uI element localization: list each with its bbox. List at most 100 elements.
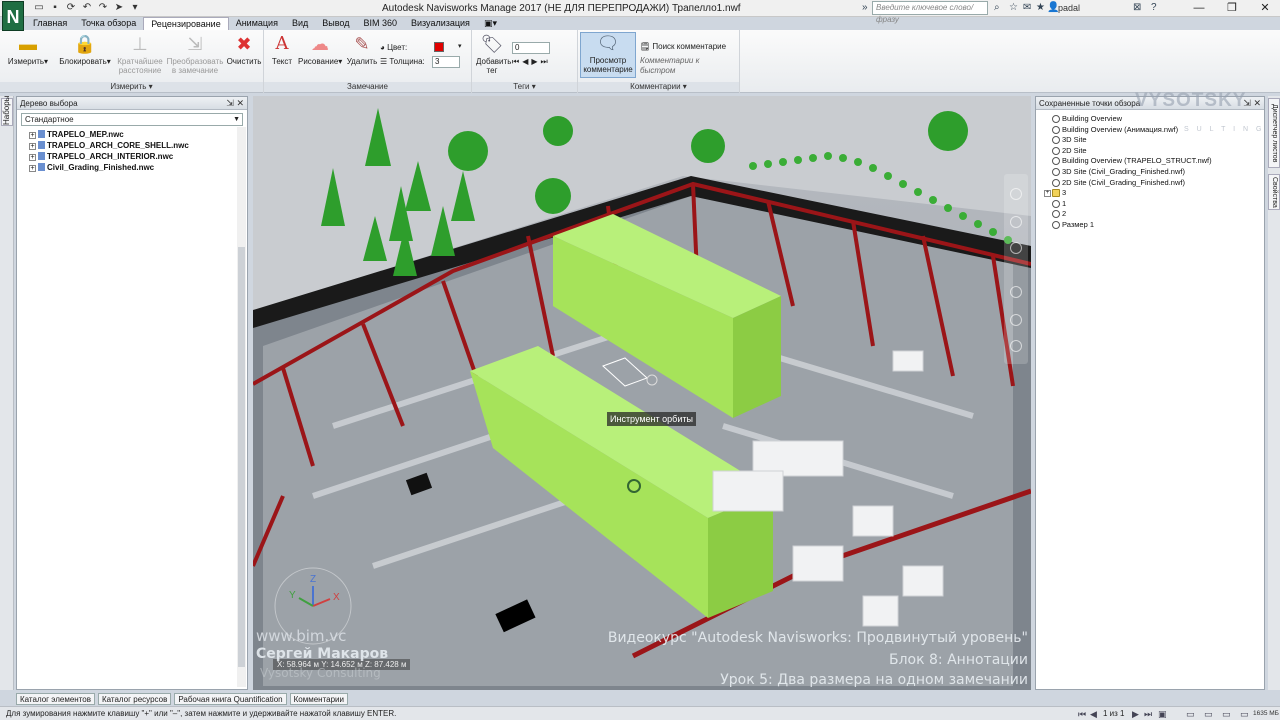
minimize-button[interactable]: — bbox=[1184, 0, 1214, 16]
close-panel-icon[interactable]: ✕ bbox=[1253, 98, 1261, 108]
tab-viewpoint[interactable]: Точка обзора bbox=[74, 17, 143, 30]
view-comments-button[interactable]: 🗨 Просмотр комментарие bbox=[580, 32, 636, 78]
search-icon[interactable]: ⌕ bbox=[994, 2, 1000, 13]
prev-tag-icon[interactable]: ◀ bbox=[522, 57, 531, 66]
user-name[interactable]: padal bbox=[1058, 3, 1080, 13]
clear-button[interactable]: ✖ Очистить bbox=[224, 34, 264, 66]
prev-sheet-icon[interactable]: ◀ bbox=[1090, 709, 1097, 720]
viewpoint-item[interactable]: 3D Site bbox=[1044, 135, 1264, 146]
viewpoint-item[interactable]: 1 bbox=[1044, 199, 1264, 210]
close-panel-icon[interactable]: ✕ bbox=[236, 98, 244, 108]
steering-wheel-icon[interactable] bbox=[1010, 188, 1022, 200]
tab-options-icon[interactable]: ▣▾ bbox=[477, 17, 504, 30]
expand-icon[interactable]: + bbox=[29, 165, 36, 172]
add-tag-button[interactable]: 🏷 Добавить тег bbox=[476, 34, 511, 75]
3d-viewport[interactable]: Z X Y bbox=[253, 96, 1031, 690]
refresh-icon[interactable]: ⟳ bbox=[64, 1, 78, 15]
color-swatch[interactable] bbox=[434, 42, 444, 52]
select-tool-icon[interactable] bbox=[1010, 340, 1022, 352]
viewpoint-item[interactable]: 2 bbox=[1044, 209, 1264, 220]
tab-view[interactable]: Вид bbox=[285, 17, 315, 30]
undo-icon[interactable]: ↶ bbox=[80, 1, 94, 15]
tree-item[interactable]: + TRAPELO_ARCH_INTERIOR.nwc bbox=[17, 151, 247, 162]
measure-group-label[interactable]: Измерить ▾ bbox=[0, 82, 263, 92]
lock-button[interactable]: 🔒 Блокировать▾ bbox=[58, 34, 112, 66]
zoom-icon[interactable] bbox=[1010, 242, 1022, 254]
convert-to-redline-button[interactable]: ⇲ Преобразовать в замечание bbox=[166, 34, 224, 75]
tree-list: + TRAPELO_MEP.nwc + TRAPELO_ARCH_CORE_SHEL… bbox=[17, 129, 247, 173]
qat-menu-icon[interactable]: ▾ bbox=[128, 1, 142, 15]
pan-icon[interactable] bbox=[1010, 216, 1022, 228]
tab-animation[interactable]: Анимация bbox=[229, 17, 285, 30]
open-icon[interactable]: ▭ bbox=[32, 1, 46, 15]
sheet-browser-tab[interactable]: Диспетчер листов bbox=[1268, 98, 1280, 168]
select-icon[interactable]: ➤ bbox=[112, 1, 126, 15]
last-tag-icon[interactable]: ⏭ bbox=[541, 57, 551, 66]
sheet-menu-icon[interactable]: ▣ bbox=[1158, 709, 1167, 720]
tree-scrollbar[interactable] bbox=[237, 127, 246, 687]
next-tag-icon[interactable]: ▶ bbox=[531, 57, 540, 66]
search-expand-icon[interactable]: » bbox=[862, 2, 868, 13]
tree-view-select[interactable]: Стандартное ▼ bbox=[21, 113, 243, 126]
redo-icon[interactable]: ↷ bbox=[96, 1, 110, 15]
first-sheet-icon[interactable]: ⏮ bbox=[1078, 709, 1086, 720]
expand-icon[interactable]: + bbox=[29, 132, 36, 139]
viewpoint-item[interactable]: 2D Site bbox=[1044, 146, 1264, 157]
expand-icon[interactable]: + bbox=[29, 154, 36, 161]
viewpoint-item[interactable]: Размер 1 bbox=[1044, 220, 1264, 231]
favorites-icon[interactable]: ★ bbox=[1036, 2, 1045, 13]
folder-icon bbox=[1052, 189, 1060, 198]
viewpoint-folder[interactable]: +3 bbox=[1044, 188, 1264, 199]
axis-z-label: Z bbox=[310, 574, 316, 585]
tab-output[interactable]: Вывод bbox=[315, 17, 356, 30]
save-icon[interactable]: ▪ bbox=[48, 1, 62, 15]
tags-group-label[interactable]: Теги ▾ bbox=[472, 82, 577, 92]
tab-resource-catalog[interactable]: Каталог ресурсов bbox=[97, 693, 172, 705]
tab-quantification-workbook[interactable]: Рабочая книга Quantification bbox=[174, 693, 287, 705]
sets-tab[interactable]: Наборы bbox=[1, 96, 13, 126]
delete-redline-button[interactable]: ✎ Удалить bbox=[346, 34, 378, 66]
tab-home[interactable]: Главная bbox=[26, 17, 74, 30]
color-dropdown-icon[interactable]: ▾ bbox=[458, 42, 462, 50]
find-comments-button[interactable]: 🗒 Поиск комментарие bbox=[640, 42, 726, 51]
tree-item[interactable]: + TRAPELO_ARCH_CORE_SHELL.nwc bbox=[17, 140, 247, 151]
pin-icon[interactable]: ⇲ bbox=[226, 98, 234, 108]
shortest-distance-button[interactable]: ⊥ Кратчайшее расстояние bbox=[114, 34, 166, 75]
exchange-icon[interactable]: ⊠ bbox=[1133, 2, 1141, 13]
tab-bim360[interactable]: BIM 360 bbox=[356, 17, 404, 30]
close-button[interactable]: ✕ bbox=[1250, 0, 1280, 16]
viewpoint-item[interactable]: 2D Site (Civil_Grading_Finished.nwf) bbox=[1044, 178, 1264, 189]
last-sheet-icon[interactable]: ⏭ bbox=[1144, 709, 1152, 720]
measure-button[interactable]: ▬ Измерить▾ bbox=[6, 34, 50, 66]
comments-group-label[interactable]: Комментарии ▾ bbox=[578, 82, 739, 92]
tree-item[interactable]: + TRAPELO_MEP.nwc bbox=[17, 129, 247, 140]
tab-comments[interactable]: Комментарии bbox=[289, 693, 348, 705]
communication-icon[interactable]: ✉ bbox=[1023, 2, 1031, 13]
draw-button[interactable]: ☁ Рисование▾ bbox=[298, 34, 342, 66]
orbit-icon[interactable] bbox=[1010, 286, 1022, 298]
help-icon[interactable]: ? bbox=[1151, 2, 1157, 13]
expand-icon[interactable]: + bbox=[1044, 190, 1051, 198]
viewpoint-item[interactable]: Building Overview (TRAPELO_STRUCT.nwf) bbox=[1044, 156, 1264, 167]
tab-rendering[interactable]: Визуализация bbox=[404, 17, 477, 30]
expand-icon[interactable]: + bbox=[29, 143, 36, 150]
tab-item-catalog[interactable]: Каталог элементов bbox=[16, 693, 95, 705]
maximize-button[interactable]: ❐ bbox=[1217, 0, 1247, 16]
look-icon[interactable] bbox=[1010, 314, 1022, 326]
quick-find-comments-input[interactable]: Комментарии к быстром bbox=[638, 56, 736, 75]
next-sheet-icon[interactable]: ▶ bbox=[1132, 709, 1139, 720]
first-tag-icon[interactable]: ⏮ bbox=[512, 57, 522, 66]
help-search-input[interactable]: Введите ключевое слово/фразу bbox=[872, 1, 988, 24]
text-button[interactable]: A Текст bbox=[268, 34, 296, 67]
properties-tab[interactable]: Свойства bbox=[1268, 174, 1280, 210]
app-logo[interactable]: N bbox=[2, 1, 24, 31]
tag-id-field[interactable]: 0 bbox=[512, 42, 550, 54]
thickness-field[interactable]: 3 bbox=[432, 56, 460, 68]
viewpoint-item[interactable]: 3D Site (Civil_Grading_Finished.nwf) bbox=[1044, 167, 1264, 178]
tree-item[interactable]: + Civil_Grading_Finished.nwc bbox=[17, 162, 247, 173]
subscription-icon[interactable]: ☆ bbox=[1009, 2, 1018, 13]
selection-tree-panel: Дерево выбора ⇲ ✕ Стандартное ▼ + TRAPELO… bbox=[16, 96, 248, 690]
tab-review[interactable]: Рецензирование bbox=[143, 17, 229, 30]
scrollbar-thumb[interactable] bbox=[238, 247, 245, 667]
viewpoint-item[interactable]: Building Overview bbox=[1044, 114, 1264, 125]
